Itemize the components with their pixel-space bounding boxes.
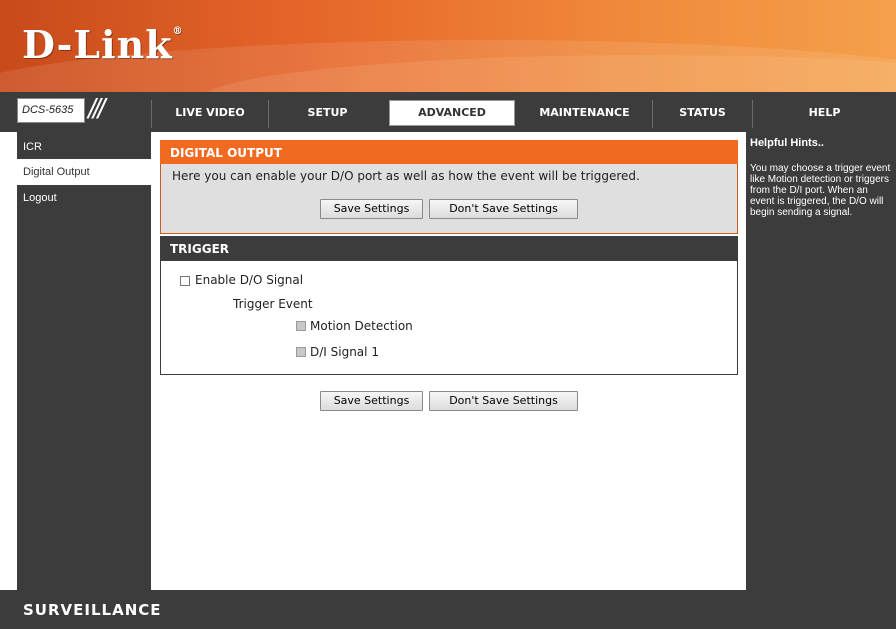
tab-advanced[interactable]: ADVANCED bbox=[389, 100, 515, 126]
help-title: Helpful Hints.. bbox=[750, 137, 824, 149]
motion-detection-label: Motion Detection bbox=[310, 319, 413, 333]
dlink-logo: D-Link® bbox=[22, 22, 184, 67]
dont-save-settings-button-bottom[interactable]: Don't Save Settings bbox=[429, 391, 578, 411]
surveillance-logo: SURVEILLANCE bbox=[23, 601, 162, 619]
model-name: DCS-5635 bbox=[17, 98, 85, 123]
tab-live-video[interactable]: LIVE VIDEO bbox=[152, 101, 268, 125]
enable-do-label: Enable D/O Signal bbox=[195, 273, 304, 287]
trigger-event-label: Trigger Event bbox=[233, 297, 313, 311]
slashes-decoration: /// bbox=[88, 93, 105, 124]
tab-maintenance[interactable]: MAINTENANCE bbox=[517, 101, 652, 125]
save-settings-button-bottom[interactable]: Save Settings bbox=[320, 391, 423, 411]
digital-output-title: DIGITAL OUTPUT bbox=[160, 140, 738, 164]
sidebar-item-logout[interactable]: Logout bbox=[17, 185, 151, 211]
motion-detection-checkbox[interactable] bbox=[296, 321, 306, 331]
logo-text: D-Link bbox=[22, 22, 173, 67]
save-settings-button[interactable]: Save Settings bbox=[320, 199, 423, 219]
tab-setup[interactable]: SETUP bbox=[269, 101, 386, 125]
sidebar-item-digital-output[interactable]: Digital Output bbox=[17, 159, 151, 185]
tab-help[interactable]: HELP bbox=[753, 101, 896, 125]
digital-output-description: Here you can enable your D/O port as wel… bbox=[172, 169, 640, 183]
di-signal-checkbox[interactable] bbox=[296, 347, 306, 357]
sidebar-item-icr[interactable]: ICR bbox=[17, 134, 151, 160]
registered-mark: ® bbox=[172, 26, 184, 37]
help-text: You may choose a trigger event like Moti… bbox=[750, 163, 891, 218]
dont-save-settings-button[interactable]: Don't Save Settings bbox=[429, 199, 578, 219]
trigger-title: TRIGGER bbox=[160, 236, 738, 261]
tab-status[interactable]: STATUS bbox=[653, 101, 752, 125]
enable-do-checkbox[interactable] bbox=[180, 276, 190, 286]
di-signal-label: D/I Signal 1 bbox=[310, 345, 379, 359]
